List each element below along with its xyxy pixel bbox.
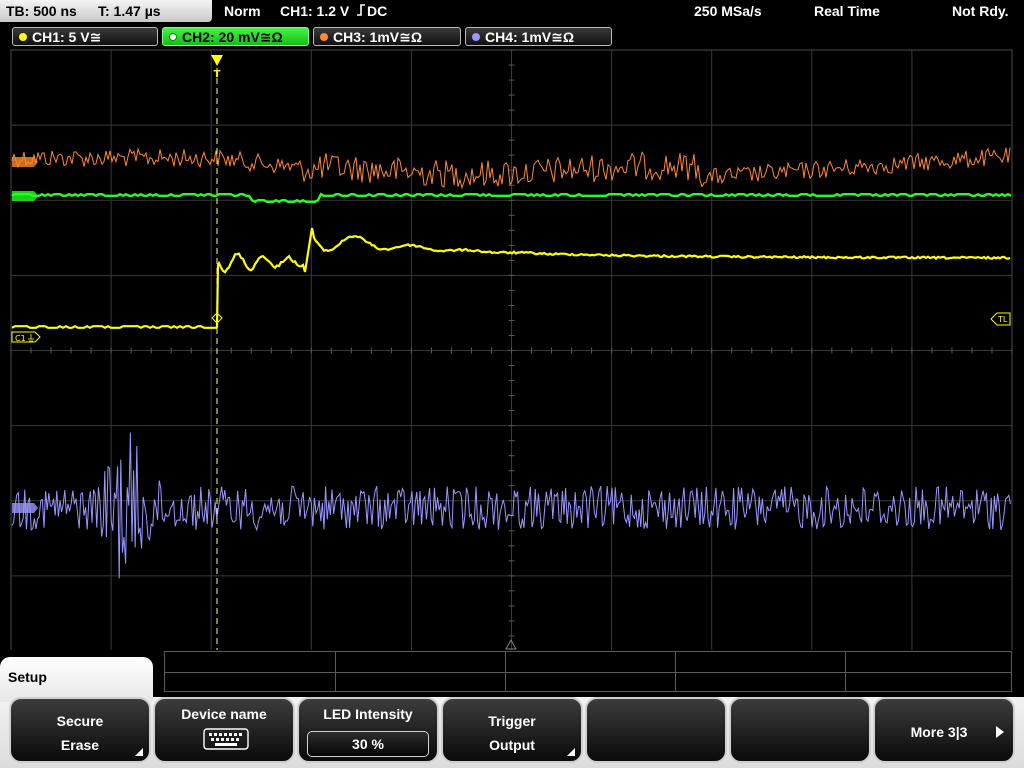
ch2-offset-marker[interactable] bbox=[12, 191, 38, 201]
ch4-offset-marker[interactable] bbox=[12, 503, 38, 513]
trigger-output-button[interactable]: Trigger Output bbox=[441, 697, 583, 763]
softkey-label: Secure bbox=[56, 713, 104, 729]
info-strip-divider bbox=[845, 652, 846, 691]
trigger-level-label: TL bbox=[997, 315, 1008, 324]
empty-softkey[interactable] bbox=[585, 697, 727, 763]
trigger-position-label: T bbox=[214, 69, 221, 80]
ch3-offset-marker[interactable] bbox=[12, 157, 38, 167]
softkey-label: Erase bbox=[60, 737, 100, 753]
ch1-offset-marker[interactable]: C1 bbox=[11, 331, 41, 343]
softkey-label: Device name bbox=[181, 706, 267, 722]
oscilloscope-display: TB: 500 ns T: 1.47 µs Norm CH1: 1.2 V DC… bbox=[0, 0, 1024, 768]
info-strip-divider bbox=[505, 652, 506, 691]
menu-title: Setup bbox=[8, 669, 47, 685]
led-intensity-value[interactable]: 30 % bbox=[307, 731, 429, 757]
led-intensity-button[interactable]: LED Intensity 30 % bbox=[297, 697, 439, 763]
more-button[interactable]: More 3|3 bbox=[873, 697, 1015, 763]
softkey-label: Trigger bbox=[488, 713, 536, 729]
softkey-label: More 3|3 bbox=[910, 724, 968, 740]
arrow-right-icon bbox=[995, 725, 1005, 742]
waveform-screen[interactable]: T C1 TL bbox=[0, 0, 1024, 650]
keyboard-icon bbox=[203, 728, 249, 753]
empty-softkey[interactable] bbox=[729, 697, 871, 763]
device-name-button[interactable]: Device name bbox=[153, 697, 295, 763]
submenu-indicator-icon bbox=[567, 748, 575, 756]
ch1-marker-label: C1 bbox=[15, 334, 26, 343]
secure-erase-button[interactable]: Secure Erase bbox=[9, 697, 151, 763]
menu-title-tab: Setup bbox=[0, 657, 153, 702]
info-strip-divider bbox=[675, 652, 676, 691]
submenu-indicator-icon bbox=[135, 748, 143, 756]
info-strip bbox=[164, 651, 1012, 692]
info-strip-divider bbox=[335, 652, 336, 691]
softkey-label: LED Intensity bbox=[323, 706, 413, 722]
info-strip-divider bbox=[165, 672, 1011, 673]
softkey-label: Output bbox=[489, 737, 535, 753]
